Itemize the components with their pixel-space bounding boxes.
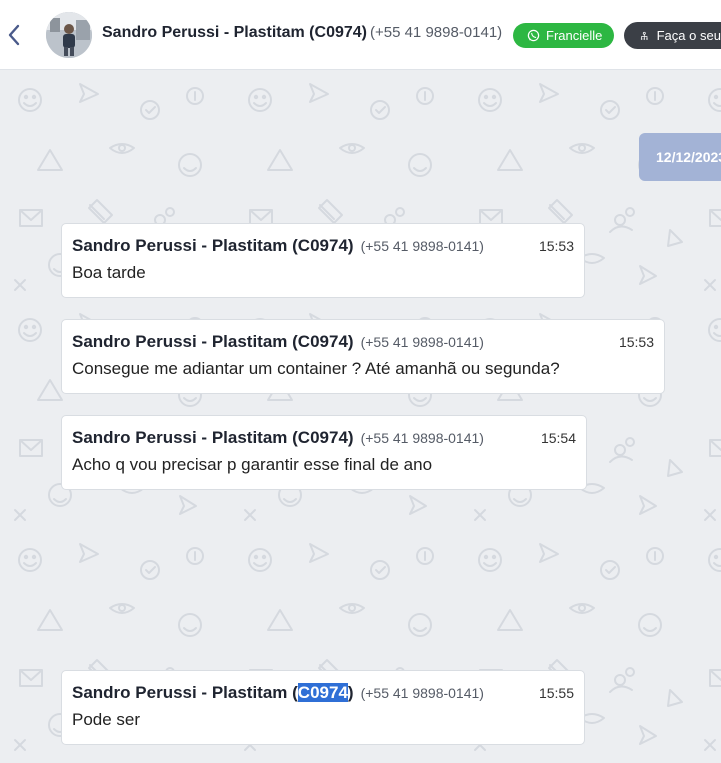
sender-code: C0974: [297, 332, 348, 351]
back-button[interactable]: [4, 22, 24, 48]
agent-label: Francielle: [546, 28, 603, 43]
whatsapp-icon: [527, 29, 540, 42]
flow-label: Faça o seu fluxo: [656, 28, 721, 43]
message-sender: Sandro Perussi - Plastitam (C0974): [72, 428, 354, 448]
sender-suffix: ): [347, 428, 354, 447]
message-bubble: Sandro Perussi - Plastitam (C0974) (+55 …: [61, 223, 585, 298]
sender-code-selected: C0974: [297, 683, 348, 702]
sender-prefix: Sandro Perussi - Plastitam (: [72, 332, 298, 351]
message-time: 15:53: [618, 334, 654, 350]
sender-suffix: ): [347, 236, 354, 255]
agent-button[interactable]: Francielle: [513, 23, 615, 48]
chat-area[interactable]: 12/12/2023 Sandro Perussi - Plastitam (C…: [0, 70, 721, 763]
message-time: 15:54: [540, 430, 576, 446]
message-phone: (+55 41 9898-0141): [360, 334, 484, 350]
message-bubble: Sandro Perussi - Plastitam (C0974) (+55 …: [61, 415, 587, 490]
message-sender: Sandro Perussi - Plastitam (C0974): [72, 332, 354, 352]
flow-tree-icon: [640, 31, 648, 40]
message-header: Sandro Perussi - Plastitam (C0974) (+55 …: [72, 236, 574, 258]
sender-prefix: Sandro Perussi - Plastitam (: [72, 683, 298, 702]
chat-header: Sandro Perussi - Plastitam (C0974) (+55 4…: [0, 0, 721, 70]
contact-name-text: Sandro Perussi - Plastitam (C0974): [102, 24, 367, 41]
message-text: Acho q vou precisar p garantir esse fina…: [72, 455, 433, 474]
message-time: 15:55: [538, 685, 574, 701]
message-header: Sandro Perussi - Plastitam (C0974) (+55 …: [72, 683, 574, 705]
message-bubble: Sandro Perussi - Plastitam (C0974) (+55 …: [61, 670, 585, 745]
message-phone: (+55 41 9898-0141): [360, 238, 484, 254]
message-bubble: Sandro Perussi - Plastitam (C0974) (+55 …: [61, 319, 665, 394]
chevron-left-icon: [8, 24, 20, 46]
sender-code: C0974: [297, 236, 348, 255]
sender-code: C0974: [297, 428, 348, 447]
avatar[interactable]: [46, 12, 92, 58]
flow-button[interactable]: Faça o seu fluxo: [624, 22, 721, 49]
sender-prefix: Sandro Perussi - Plastitam (: [72, 236, 298, 255]
message-text: Consegue me adiantar um container ? Até …: [72, 359, 560, 378]
message-phone: (+55 41 9898-0141): [360, 685, 484, 701]
contact-phone: (+55 41 9898-0141): [369, 24, 503, 41]
contact-name: Sandro Perussi - Plastitam (C0974) (+55 4…: [102, 24, 502, 42]
sender-suffix: ): [347, 683, 354, 702]
message-header: Sandro Perussi - Plastitam (C0974) (+55 …: [72, 332, 654, 354]
message-sender: Sandro Perussi - Plastitam (C0974): [72, 683, 354, 703]
date-badge: 12/12/2023: [639, 133, 721, 181]
message-text: Boa tarde: [72, 263, 146, 282]
sender-suffix: ): [347, 332, 354, 351]
message-text: Pode ser: [72, 710, 141, 729]
message-phone: (+55 41 9898-0141): [360, 430, 484, 446]
avatar-photo-icon: [46, 12, 92, 58]
message-sender: Sandro Perussi - Plastitam (C0974): [72, 236, 354, 256]
message-time: 15:53: [538, 238, 574, 254]
sender-prefix: Sandro Perussi - Plastitam (: [72, 428, 298, 447]
message-header: Sandro Perussi - Plastitam (C0974) (+55 …: [72, 428, 576, 450]
